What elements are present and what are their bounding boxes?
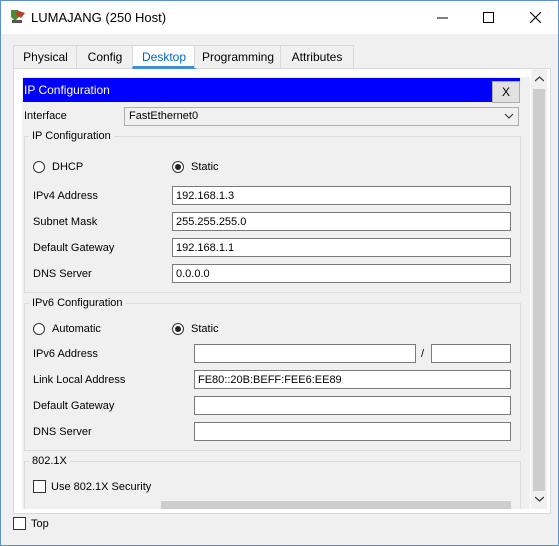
ipv4-address-label: IPv4 Address xyxy=(33,190,98,202)
tab-label: Config xyxy=(87,50,123,64)
tab-label: Attributes xyxy=(291,50,343,64)
title-bar[interactable]: LUMAJANG (250 Host) xyxy=(1,1,558,34)
ipv6-gateway-label: Default Gateway xyxy=(33,400,115,412)
ipv6-address-label: IPv6 Address xyxy=(33,348,98,360)
static-label: Static xyxy=(191,161,219,173)
minimize-button[interactable] xyxy=(419,1,465,34)
subnet-mask-field[interactable]: 255.255.255.0 xyxy=(172,212,511,231)
scroll-up-button[interactable] xyxy=(531,71,547,87)
dhcp-label: DHCP xyxy=(52,161,84,173)
chevron-down-icon xyxy=(504,113,514,119)
subnet-mask-label: Subnet Mask xyxy=(33,216,98,228)
ipv6-dns-label: DNS Server xyxy=(33,426,92,438)
tab-config[interactable]: Config xyxy=(76,45,134,68)
dns-server-label: DNS Server xyxy=(33,268,92,280)
use-8021x-checkbox[interactable] xyxy=(33,480,46,493)
top-checkbox[interactable] xyxy=(13,517,26,530)
window-title: LUMAJANG (250 Host) xyxy=(31,10,167,25)
vertical-scrollbar[interactable] xyxy=(531,69,547,509)
ipv6-static-label: Static xyxy=(191,323,219,335)
tab-desktop[interactable]: Desktop xyxy=(132,45,196,69)
default-gateway-field[interactable]: 192.168.1.1 xyxy=(172,238,511,257)
ipv6-group-title: IPv6 Configuration xyxy=(29,297,126,309)
chevron-down-icon xyxy=(534,496,544,502)
tab-label: Desktop xyxy=(141,50,187,64)
tab-label: Programming xyxy=(201,50,275,64)
interface-value: FastEthernet0 xyxy=(129,110,199,122)
prefix-slash: / xyxy=(421,348,425,360)
panel-close-button[interactable]: X xyxy=(492,81,520,103)
use-8021x-label: Use 802.1X Security xyxy=(51,481,152,493)
ipv6-address-field[interactable] xyxy=(194,344,416,363)
scroll-down-button[interactable] xyxy=(531,491,547,507)
tab-programming[interactable]: Programming xyxy=(194,45,282,68)
ipv6-gateway-field[interactable] xyxy=(194,396,511,415)
ipv6-automatic-radio[interactable] xyxy=(33,323,45,335)
default-gateway-label: Default Gateway xyxy=(33,242,115,254)
ipv6-automatic-label: Automatic xyxy=(52,323,101,335)
close-icon xyxy=(529,12,541,23)
scrollbar-thumb[interactable] xyxy=(533,89,545,491)
top-label: Top xyxy=(31,518,49,530)
dns-server-field[interactable]: 0.0.0.0 xyxy=(172,264,511,283)
ipv6-prefix-field[interactable] xyxy=(431,344,511,363)
static-radio[interactable] xyxy=(172,161,184,173)
ipv6-dns-field[interactable] xyxy=(194,422,511,441)
window: LUMAJANG (250 Host) Physical Config Desk… xyxy=(0,0,559,546)
tab-physical[interactable]: Physical xyxy=(13,45,78,68)
panel-title: IP Configuration xyxy=(24,83,110,97)
tab-attributes[interactable]: Attributes xyxy=(280,45,354,68)
chevron-up-icon xyxy=(534,76,544,82)
tab-label: Physical xyxy=(23,50,68,64)
dhcp-radio[interactable] xyxy=(33,161,45,173)
pc-app-icon xyxy=(11,10,25,23)
maximize-icon xyxy=(482,12,494,23)
dot1x-dropdown-stub xyxy=(161,501,511,509)
interface-label: Interface xyxy=(24,110,67,122)
maximize-button[interactable] xyxy=(465,1,511,34)
close-button[interactable] xyxy=(512,1,558,34)
ipv6-static-radio[interactable] xyxy=(172,323,184,335)
ip-config-header: IP Configuration X xyxy=(23,78,520,103)
ip-config-scroll-area: IP Configuration X Interface FastEtherne… xyxy=(22,77,530,509)
minimize-icon xyxy=(436,17,448,19)
dot1x-group-title: 802.1X xyxy=(29,455,70,467)
interface-select[interactable]: FastEthernet0 xyxy=(124,107,519,126)
ipv4-group-title: IP Configuration xyxy=(29,130,114,142)
link-local-field[interactable]: FE80::20B:BEFF:FEE6:EE89 xyxy=(194,370,511,389)
ipv4-address-field[interactable]: 192.168.1.3 xyxy=(172,186,511,205)
link-local-label: Link Local Address xyxy=(33,374,126,386)
